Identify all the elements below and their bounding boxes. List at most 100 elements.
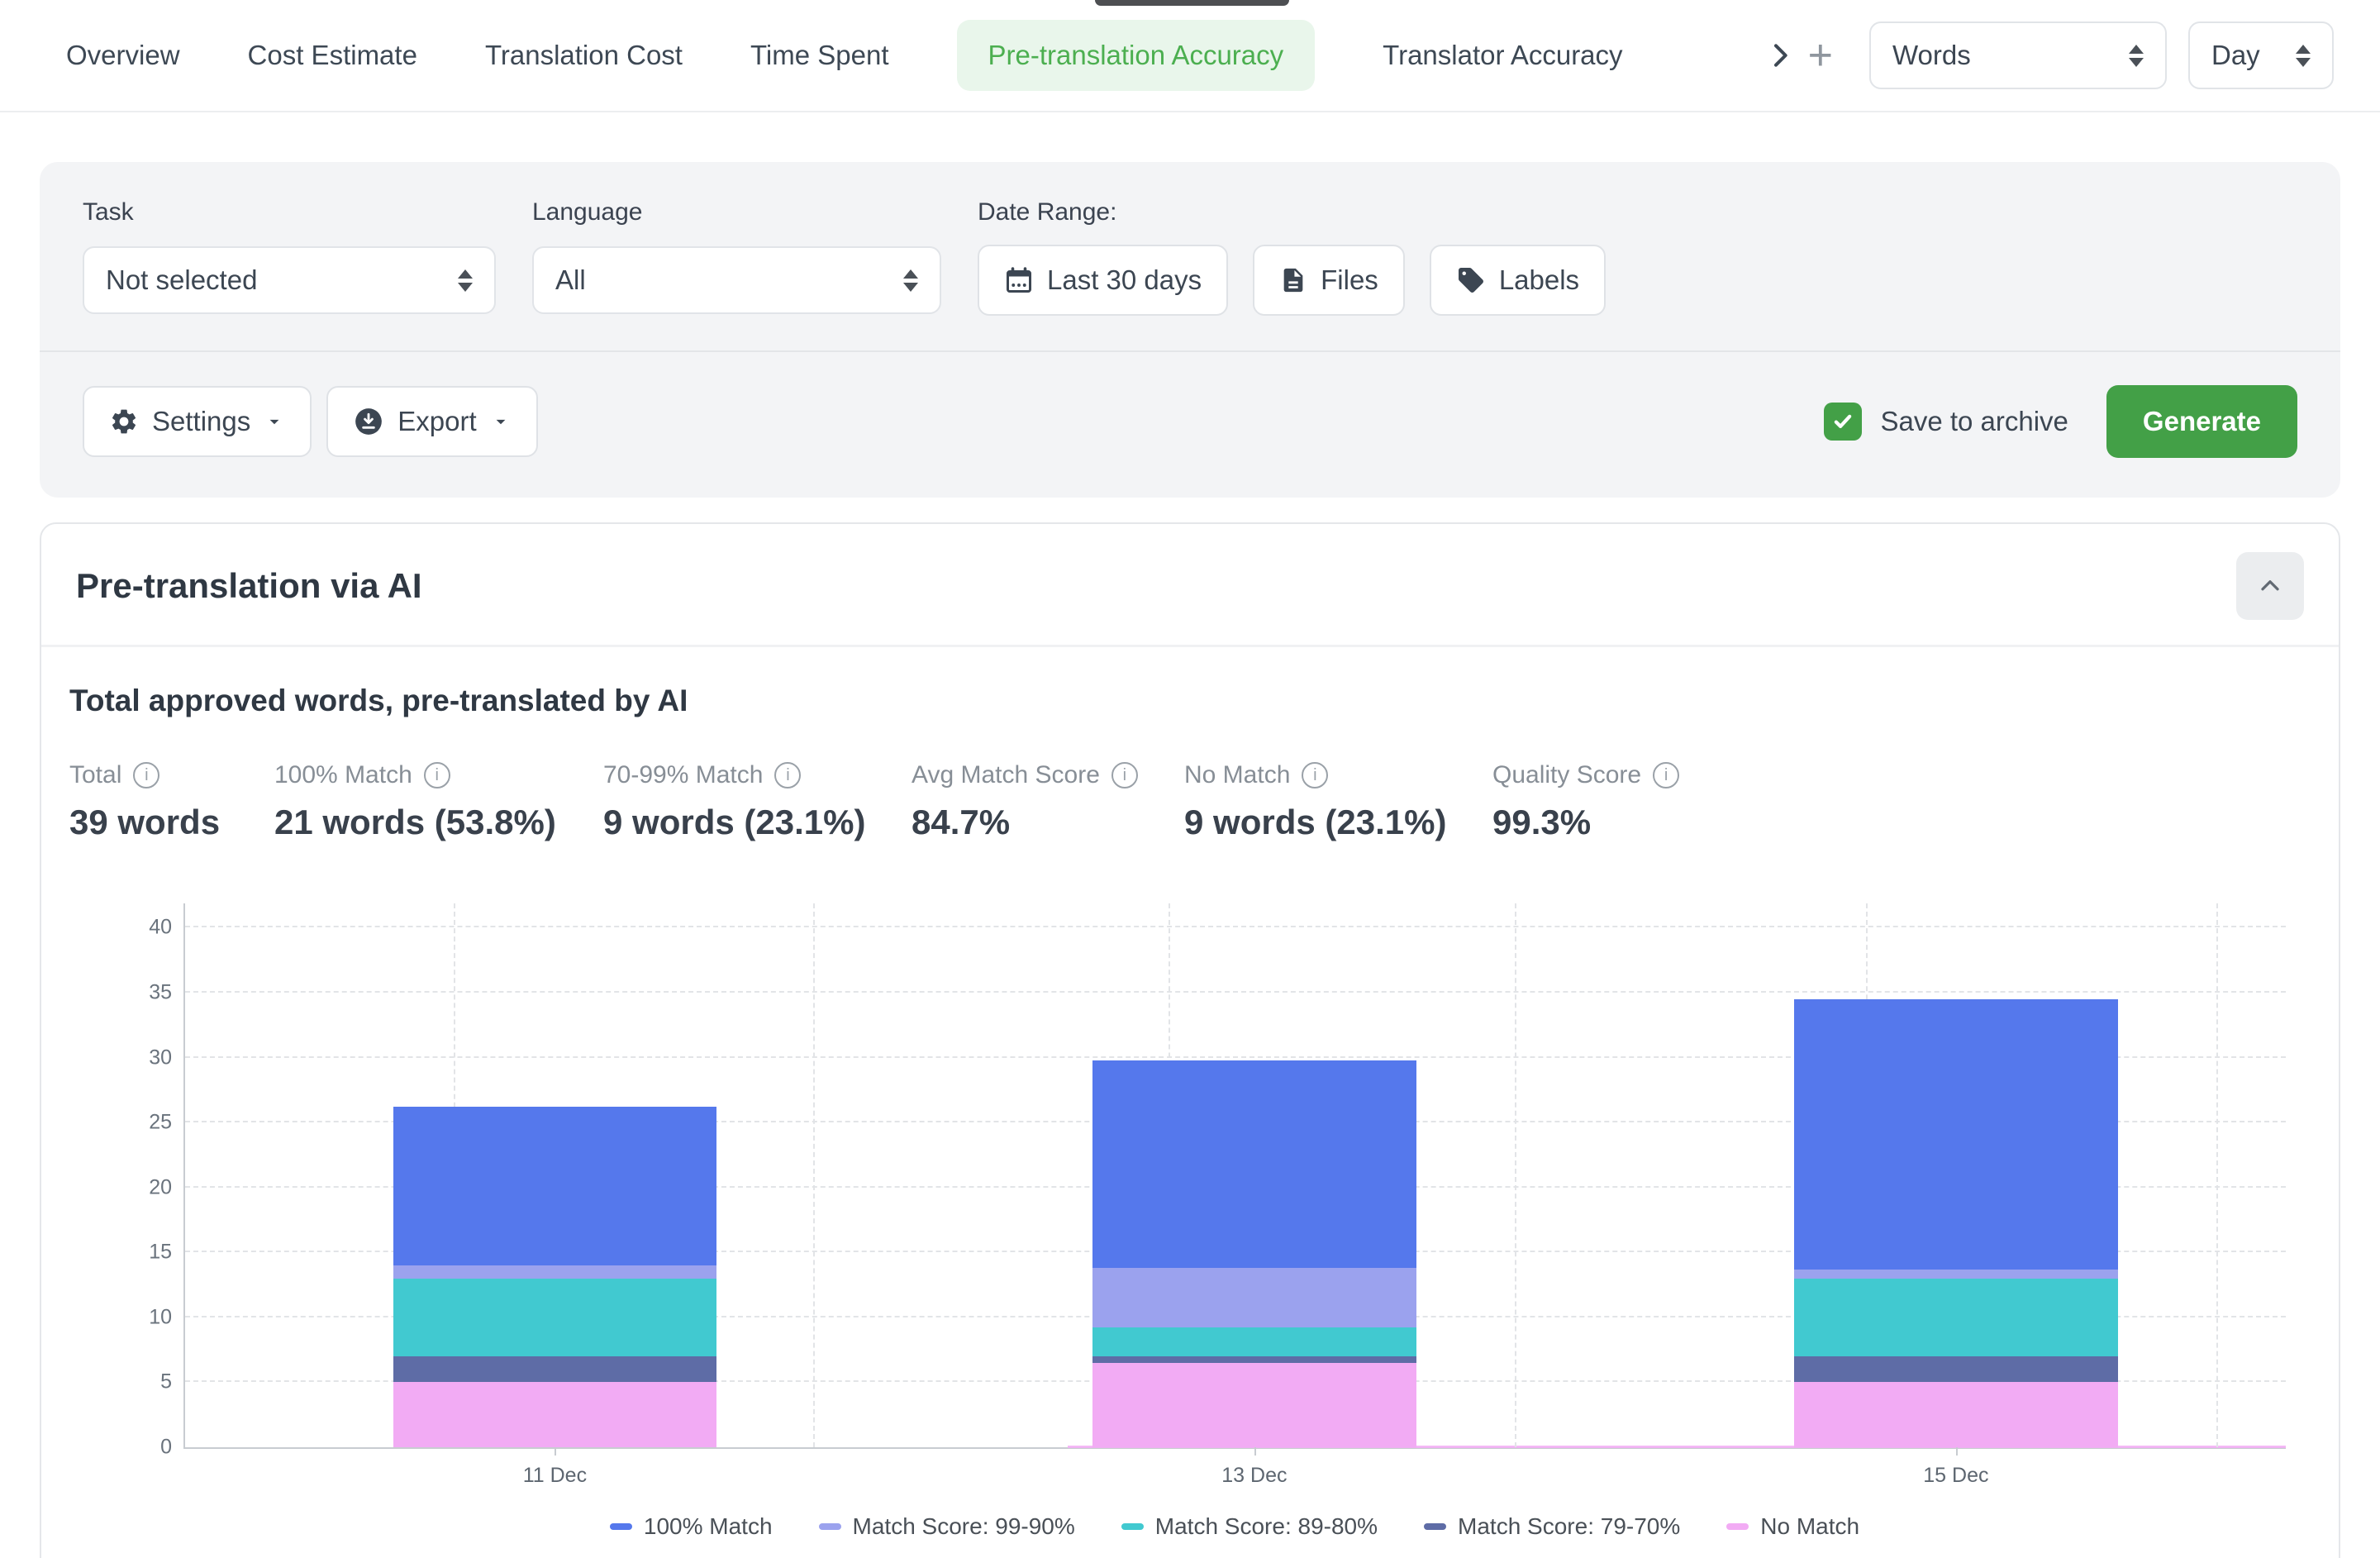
save-to-archive-label[interactable]: Save to archive: [1880, 406, 2068, 437]
language-select[interactable]: All: [532, 246, 941, 314]
stat-no-match-value: 9 words (23.1%): [1184, 803, 1436, 842]
export-button-label: Export: [397, 406, 476, 437]
settings-button[interactable]: Settings: [83, 386, 312, 457]
task-filter-group: Task Not selected: [83, 198, 496, 316]
stat-total: Totali 39 words: [69, 761, 218, 842]
legend-item[interactable]: Match Score: 99-90%: [819, 1513, 1075, 1540]
select-arrows-icon: [2296, 45, 2311, 67]
bar-segment: [393, 1382, 716, 1447]
task-select[interactable]: Not selected: [83, 246, 496, 314]
y-axis-tick-label: 0: [160, 1436, 172, 1460]
labels-filter-button[interactable]: Labels: [1430, 245, 1606, 316]
task-select-value: Not selected: [106, 264, 257, 296]
tab-pre-translation-accuracy[interactable]: Pre-translation Accuracy: [957, 20, 1316, 91]
download-circle-icon: [353, 406, 384, 437]
tab-translator-accuracy[interactable]: Translator Accuracy: [1383, 40, 1622, 71]
tab-time-spent[interactable]: Time Spent: [750, 40, 889, 71]
info-icon[interactable]: i: [133, 762, 159, 789]
legend-item[interactable]: No Match: [1726, 1513, 1859, 1540]
date-range-button[interactable]: Last 30 days: [978, 245, 1228, 316]
legend-item[interactable]: 100% Match: [610, 1513, 773, 1540]
tabs: Overview Cost Estimate Translation Cost …: [66, 20, 1768, 91]
y-axis-tick-label: 5: [160, 1370, 172, 1394]
tag-icon: [1456, 265, 1486, 295]
filters-panel: Task Not selected Language All Date Rang…: [40, 162, 2340, 498]
stat-quality-score: Quality Scorei 99.3%: [1492, 761, 1679, 842]
period-select[interactable]: Day: [2188, 21, 2334, 89]
pre-translation-card: Pre-translation via AI Total approved wo…: [40, 522, 2340, 1558]
bar-15-dec[interactable]: [1794, 999, 2117, 1447]
chart-plot-area: 051015202530354011 Dec13 Dec15 Dec: [183, 903, 2286, 1449]
calendar-icon: [1004, 265, 1034, 295]
legend-item[interactable]: Match Score: 89-80%: [1121, 1513, 1378, 1540]
language-filter-group: Language All: [532, 198, 941, 316]
bar-segment: [393, 1265, 716, 1279]
y-axis-tick-label: 10: [149, 1305, 172, 1329]
x-axis-date-label: 15 Dec: [1923, 1464, 1988, 1488]
collapse-card-button[interactable]: [2236, 552, 2304, 620]
tab-overview[interactable]: Overview: [66, 40, 180, 71]
tab-translation-cost[interactable]: Translation Cost: [485, 40, 683, 71]
select-arrows-icon: [458, 269, 473, 292]
tooltip-remnant: [1095, 0, 1289, 6]
legend-item[interactable]: Match Score: 79-70%: [1424, 1513, 1680, 1540]
date-range-label: Date Range:: [978, 198, 1606, 226]
bar-segment: [393, 1279, 716, 1356]
bar-segment: [1794, 1279, 2117, 1356]
v-gridline: [2216, 903, 2218, 1447]
y-axis-tick-label: 40: [149, 916, 172, 940]
generate-button[interactable]: Generate: [2106, 385, 2297, 458]
bar-segment: [1092, 1363, 1416, 1447]
y-axis-tick-label: 15: [149, 1241, 172, 1265]
legend-swatch: [1726, 1523, 1749, 1530]
h-gridline: [185, 926, 2286, 927]
export-button[interactable]: Export: [326, 386, 537, 457]
info-icon[interactable]: i: [1302, 762, 1328, 789]
bar-segment: [393, 1356, 716, 1382]
x-axis-tick: [1254, 1447, 1256, 1456]
legend-swatch: [1121, 1523, 1144, 1530]
stats-row: Totali 39 words 100% Matchi 21 words (53…: [69, 761, 2311, 842]
chart-legend: 100% Match Match Score: 99-90% Match Score…: [183, 1513, 2286, 1540]
chevron-right-icon: [1764, 39, 1797, 72]
bar-11-dec[interactable]: [393, 1107, 716, 1447]
files-button-label: Files: [1321, 264, 1378, 296]
metric-select-value: Words: [1892, 40, 1971, 71]
y-axis-tick-label: 30: [149, 1046, 172, 1070]
panel-divider: [40, 350, 2340, 352]
info-icon[interactable]: i: [424, 762, 450, 789]
legend-label: Match Score: 99-90%: [853, 1513, 1075, 1540]
date-range-button-label: Last 30 days: [1047, 264, 1202, 296]
labels-button-label: Labels: [1499, 264, 1579, 296]
bar-segment: [1794, 1270, 2117, 1279]
metric-select[interactable]: Words: [1869, 21, 2167, 89]
tabs-scroll-right-button[interactable]: [1764, 39, 1797, 72]
report-tabbar: Overview Cost Estimate Translation Cost …: [0, 0, 2380, 112]
info-icon[interactable]: i: [1111, 762, 1138, 789]
info-icon[interactable]: i: [774, 762, 801, 789]
x-axis-date-label: 11 Dec: [523, 1464, 587, 1488]
add-tab-icon[interactable]: +: [1808, 34, 1833, 77]
files-filter-button[interactable]: Files: [1253, 245, 1405, 316]
bar-segment: [393, 1107, 716, 1265]
language-label: Language: [532, 198, 941, 226]
bar-segment: [1794, 1356, 2117, 1382]
select-arrows-icon: [2129, 45, 2144, 67]
bar-segment: [1794, 1382, 2117, 1447]
caret-down-icon: [264, 411, 285, 432]
info-icon[interactable]: i: [1653, 762, 1679, 789]
x-axis-tick: [1956, 1447, 1958, 1456]
chevron-up-icon: [2255, 571, 2285, 601]
stat-no-match: No Matchi 9 words (23.1%): [1184, 761, 1436, 842]
stacked-bar-chart: 051015202530354011 Dec13 Dec15 Dec 100% …: [89, 895, 2299, 1556]
save-to-archive-checkbox[interactable]: [1824, 403, 1862, 441]
stat-100-match-value: 21 words (53.8%): [274, 803, 547, 842]
legend-label: 100% Match: [644, 1513, 773, 1540]
h-gridline: [185, 991, 2286, 993]
stat-70-99-match: 70-99% Matchi 9 words (23.1%): [603, 761, 855, 842]
bar-13-dec[interactable]: [1092, 1060, 1416, 1447]
card-title: Pre-translation via AI: [76, 566, 422, 606]
section-title: Total approved words, pre-translated by …: [69, 684, 2311, 718]
tab-cost-estimate[interactable]: Cost Estimate: [248, 40, 417, 71]
stat-total-value: 39 words: [69, 803, 218, 842]
